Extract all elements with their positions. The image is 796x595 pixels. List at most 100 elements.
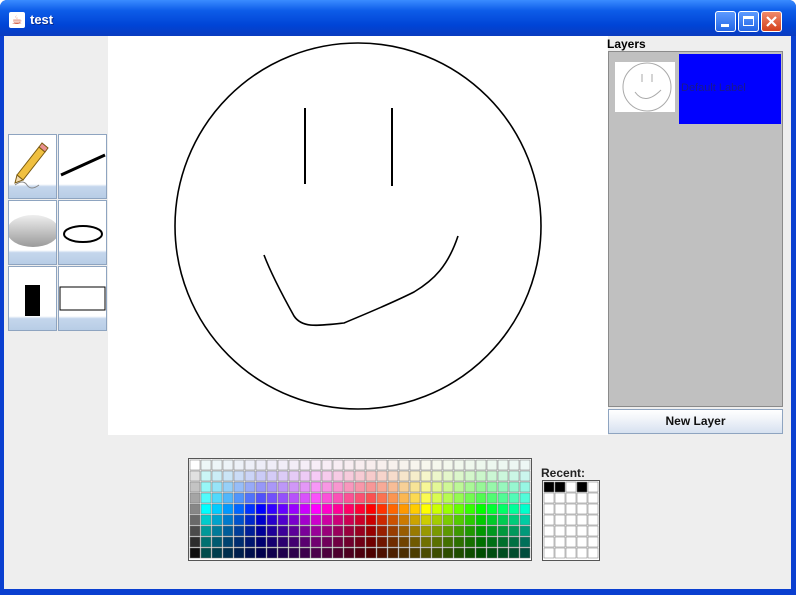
color-swatch[interactable] xyxy=(464,481,476,493)
color-swatch[interactable] xyxy=(343,547,355,559)
color-swatch[interactable] xyxy=(288,492,300,504)
recent-color-swatch[interactable] xyxy=(554,525,566,537)
color-swatch[interactable] xyxy=(343,525,355,537)
color-swatch[interactable] xyxy=(288,525,300,537)
color-swatch[interactable] xyxy=(332,481,344,493)
color-swatch[interactable] xyxy=(442,525,454,537)
color-swatch[interactable] xyxy=(497,470,509,482)
color-swatch[interactable] xyxy=(486,503,498,515)
color-swatch[interactable] xyxy=(387,503,399,515)
color-swatch[interactable] xyxy=(508,514,520,526)
color-swatch[interactable] xyxy=(200,459,212,471)
pencil-tool[interactable] xyxy=(8,134,57,199)
color-swatch[interactable] xyxy=(464,470,476,482)
color-swatch[interactable] xyxy=(321,525,333,537)
color-swatch[interactable] xyxy=(420,514,432,526)
color-swatch[interactable] xyxy=(200,536,212,548)
color-swatch[interactable] xyxy=(211,481,223,493)
color-swatch[interactable] xyxy=(343,459,355,471)
color-swatch[interactable] xyxy=(497,536,509,548)
color-swatch[interactable] xyxy=(222,470,234,482)
color-swatch[interactable] xyxy=(464,547,476,559)
color-swatch[interactable] xyxy=(211,492,223,504)
color-swatch[interactable] xyxy=(442,492,454,504)
color-swatch[interactable] xyxy=(211,503,223,515)
color-swatch[interactable] xyxy=(365,492,377,504)
recent-color-swatch[interactable] xyxy=(576,536,588,548)
color-swatch[interactable] xyxy=(486,459,498,471)
color-swatch[interactable] xyxy=(211,536,223,548)
color-swatch[interactable] xyxy=(244,514,256,526)
color-swatch[interactable] xyxy=(299,481,311,493)
recent-color-swatch[interactable] xyxy=(576,503,588,515)
recent-color-swatch[interactable] xyxy=(565,547,577,559)
recent-color-swatch[interactable] xyxy=(543,547,555,559)
color-swatch[interactable] xyxy=(420,503,432,515)
color-swatch[interactable] xyxy=(497,459,509,471)
color-swatch[interactable] xyxy=(189,536,201,548)
color-swatch[interactable] xyxy=(189,503,201,515)
color-swatch[interactable] xyxy=(508,547,520,559)
color-swatch[interactable] xyxy=(244,547,256,559)
color-swatch[interactable] xyxy=(321,459,333,471)
color-swatch[interactable] xyxy=(508,481,520,493)
color-swatch[interactable] xyxy=(211,525,223,537)
color-swatch[interactable] xyxy=(420,492,432,504)
color-swatch[interactable] xyxy=(365,470,377,482)
color-swatch[interactable] xyxy=(255,547,267,559)
color-swatch[interactable] xyxy=(420,459,432,471)
color-swatch[interactable] xyxy=(398,536,410,548)
color-swatch[interactable] xyxy=(244,525,256,537)
color-swatch[interactable] xyxy=(387,525,399,537)
color-swatch[interactable] xyxy=(365,503,377,515)
color-swatch[interactable] xyxy=(222,547,234,559)
color-swatch[interactable] xyxy=(222,492,234,504)
color-swatch[interactable] xyxy=(409,514,421,526)
color-swatch[interactable] xyxy=(508,503,520,515)
recent-color-swatch[interactable] xyxy=(543,514,555,526)
filled-rect-tool[interactable] xyxy=(8,266,57,331)
color-swatch[interactable] xyxy=(310,470,322,482)
color-swatch[interactable] xyxy=(255,536,267,548)
color-swatch[interactable] xyxy=(233,470,245,482)
color-swatch[interactable] xyxy=(266,503,278,515)
color-swatch[interactable] xyxy=(442,470,454,482)
color-swatch[interactable] xyxy=(211,514,223,526)
color-swatch[interactable] xyxy=(222,459,234,471)
color-swatch[interactable] xyxy=(299,514,311,526)
color-swatch[interactable] xyxy=(486,525,498,537)
color-swatch[interactable] xyxy=(376,459,388,471)
color-swatch[interactable] xyxy=(486,536,498,548)
recent-color-swatch[interactable] xyxy=(565,514,577,526)
color-swatch[interactable] xyxy=(310,536,322,548)
color-swatch[interactable] xyxy=(189,481,201,493)
color-swatch[interactable] xyxy=(508,492,520,504)
color-swatch[interactable] xyxy=(299,503,311,515)
color-swatch[interactable] xyxy=(376,547,388,559)
color-swatch[interactable] xyxy=(365,536,377,548)
color-swatch[interactable] xyxy=(222,514,234,526)
color-swatch[interactable] xyxy=(255,459,267,471)
color-swatch[interactable] xyxy=(354,525,366,537)
color-swatch[interactable] xyxy=(200,503,212,515)
color-swatch[interactable] xyxy=(288,470,300,482)
color-swatch[interactable] xyxy=(244,503,256,515)
color-swatch[interactable] xyxy=(365,459,377,471)
color-swatch[interactable] xyxy=(189,514,201,526)
color-swatch[interactable] xyxy=(442,503,454,515)
color-swatch[interactable] xyxy=(288,514,300,526)
recent-color-swatch[interactable] xyxy=(543,492,555,504)
color-swatch[interactable] xyxy=(189,525,201,537)
color-swatch[interactable] xyxy=(233,459,245,471)
color-swatch[interactable] xyxy=(398,514,410,526)
color-swatch[interactable] xyxy=(354,481,366,493)
color-swatch[interactable] xyxy=(453,459,465,471)
color-swatch[interactable] xyxy=(343,470,355,482)
recent-color-swatch[interactable] xyxy=(543,525,555,537)
recent-color-swatch[interactable] xyxy=(554,503,566,515)
color-swatch[interactable] xyxy=(233,525,245,537)
recent-color-swatch[interactable] xyxy=(554,481,566,493)
color-swatch[interactable] xyxy=(497,492,509,504)
color-swatch[interactable] xyxy=(519,503,531,515)
color-swatch[interactable] xyxy=(519,470,531,482)
